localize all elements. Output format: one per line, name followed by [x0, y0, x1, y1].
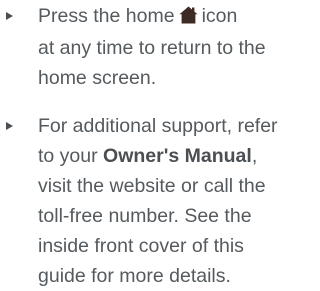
home-icon: [179, 3, 198, 33]
tip-line: visit the website or call the: [38, 175, 266, 197]
tip-line: guide for more details.: [38, 265, 231, 287]
tip-line: home screen.: [38, 67, 157, 89]
tip-line: toll-free number. See the: [38, 205, 252, 227]
tip-support: For additional support, refer to your Ow…: [0, 111, 286, 291]
tips-list: Press the home icon at any time to return…: [0, 1, 286, 291]
tip-home: Press the home icon at any time to return…: [0, 1, 286, 93]
owners-manual-ref: Owner's Manual: [103, 145, 252, 167]
tip-line: inside front cover of this: [38, 235, 244, 257]
tip-line: Press the home icon: [38, 1, 286, 33]
tip-line: For additional support, refer: [38, 115, 278, 137]
tip-line: at any time to return to the: [38, 37, 266, 59]
bullet-arrow-icon: [6, 12, 13, 20]
tip-line: to your Owner's Manual,: [38, 145, 258, 167]
bullet-arrow-icon: [6, 122, 13, 130]
